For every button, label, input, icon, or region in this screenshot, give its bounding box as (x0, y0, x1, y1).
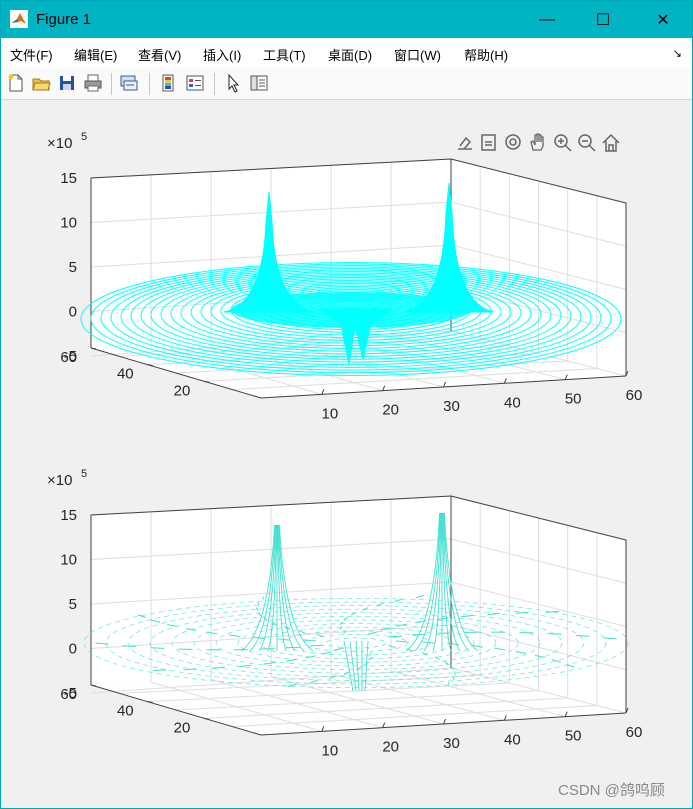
z-tick-label: 10 (60, 552, 77, 569)
x-tick-label: 20 (382, 402, 399, 419)
surface-plot-bottom[interactable]: 151050-5×10 510 20 30 40 50 60204060 (1, 463, 692, 763)
x-tick-label: 50 (565, 391, 582, 408)
window-title: Figure 1 (36, 11, 92, 28)
x-tick-label: 40 (504, 731, 521, 748)
z-tick-label: 0 (69, 304, 77, 321)
toolbar-separator (149, 73, 150, 95)
mesh-segment (150, 647, 165, 649)
edit-plot-icon[interactable] (223, 73, 243, 93)
matlab-logo-icon (10, 10, 28, 28)
exponent-power: 5 (81, 131, 87, 143)
menu-view[interactable]: 查看(V) (138, 45, 181, 64)
x-tick-label: 30 (443, 735, 460, 752)
mesh-segment (388, 635, 403, 638)
exponent-label: ×10 (47, 472, 72, 489)
toolbar-separator (111, 73, 112, 95)
menu-file[interactable]: 文件(F) (10, 45, 53, 64)
save-icon[interactable] (57, 73, 77, 93)
menu-window[interactable]: 窗口(W) (394, 45, 441, 64)
figure-window: Figure 1 — ☐ ✕ 文件(F) 编辑(E) 查看(V) 插入(I) 工… (0, 0, 693, 809)
x-tick-label: 10 (321, 742, 338, 759)
y-tick-label: 20 (174, 719, 191, 736)
toolbar-separator (214, 73, 215, 95)
link-plot-icon[interactable] (119, 73, 139, 93)
menu-edit[interactable]: 编辑(E) (74, 45, 117, 64)
y-tick-label: 60 (60, 686, 77, 703)
x-tick-label: 30 (443, 398, 460, 415)
menu-desktop[interactable]: 桌面(D) (328, 45, 372, 64)
figure-toolbar (1, 68, 692, 100)
menu-tools[interactable]: 工具(T) (263, 45, 306, 64)
new-figure-icon[interactable] (6, 73, 26, 93)
menu-insert[interactable]: 插入(I) (203, 45, 241, 64)
minimize-button[interactable]: — (519, 1, 575, 38)
z-tick-label: 5 (69, 596, 77, 613)
menu-help[interactable]: 帮助(H) (464, 45, 508, 64)
menubar-expand-icon[interactable]: ↘ (673, 47, 682, 60)
insert-legend-icon[interactable] (185, 73, 205, 93)
mesh-segment (309, 644, 324, 647)
maximize-button[interactable]: ☐ (575, 1, 631, 38)
x-tick-label: 20 (382, 739, 399, 756)
x-tick-label: 60 (626, 724, 643, 741)
z-tick-label: 10 (60, 215, 77, 232)
x-tick-label: 10 (321, 405, 338, 422)
y-tick-label: 40 (117, 366, 134, 383)
exponent-label: ×10 (47, 135, 72, 152)
open-file-icon[interactable] (31, 73, 51, 93)
x-tick-label: 40 (504, 394, 521, 411)
z-tick-label: 15 (60, 507, 77, 524)
x-tick-label: 60 (626, 387, 643, 404)
close-button[interactable]: ✕ (635, 1, 691, 38)
title-bar[interactable]: Figure 1 — ☐ ✕ (1, 1, 692, 38)
surface-plot-top[interactable]: 151050-5×10 510 20 30 40 50 60204060 (1, 126, 692, 426)
insert-colorbar-icon[interactable] (158, 73, 178, 93)
z-tick-label: 5 (69, 259, 77, 276)
z-tick-label: 0 (69, 641, 77, 658)
exponent-power: 5 (81, 468, 87, 480)
x-tick-label: 50 (565, 728, 582, 745)
watermark: CSDN @鸽呜顾 (558, 782, 665, 799)
y-tick-label: 60 (60, 349, 77, 366)
y-tick-label: 20 (174, 382, 191, 399)
property-inspector-icon[interactable] (249, 73, 269, 93)
print-icon[interactable] (83, 73, 103, 93)
y-tick-label: 40 (117, 703, 134, 720)
menu-bar: 文件(F) 编辑(E) 查看(V) 插入(I) 工具(T) 桌面(D) 窗口(W… (1, 38, 692, 68)
z-tick-label: 15 (60, 170, 77, 187)
